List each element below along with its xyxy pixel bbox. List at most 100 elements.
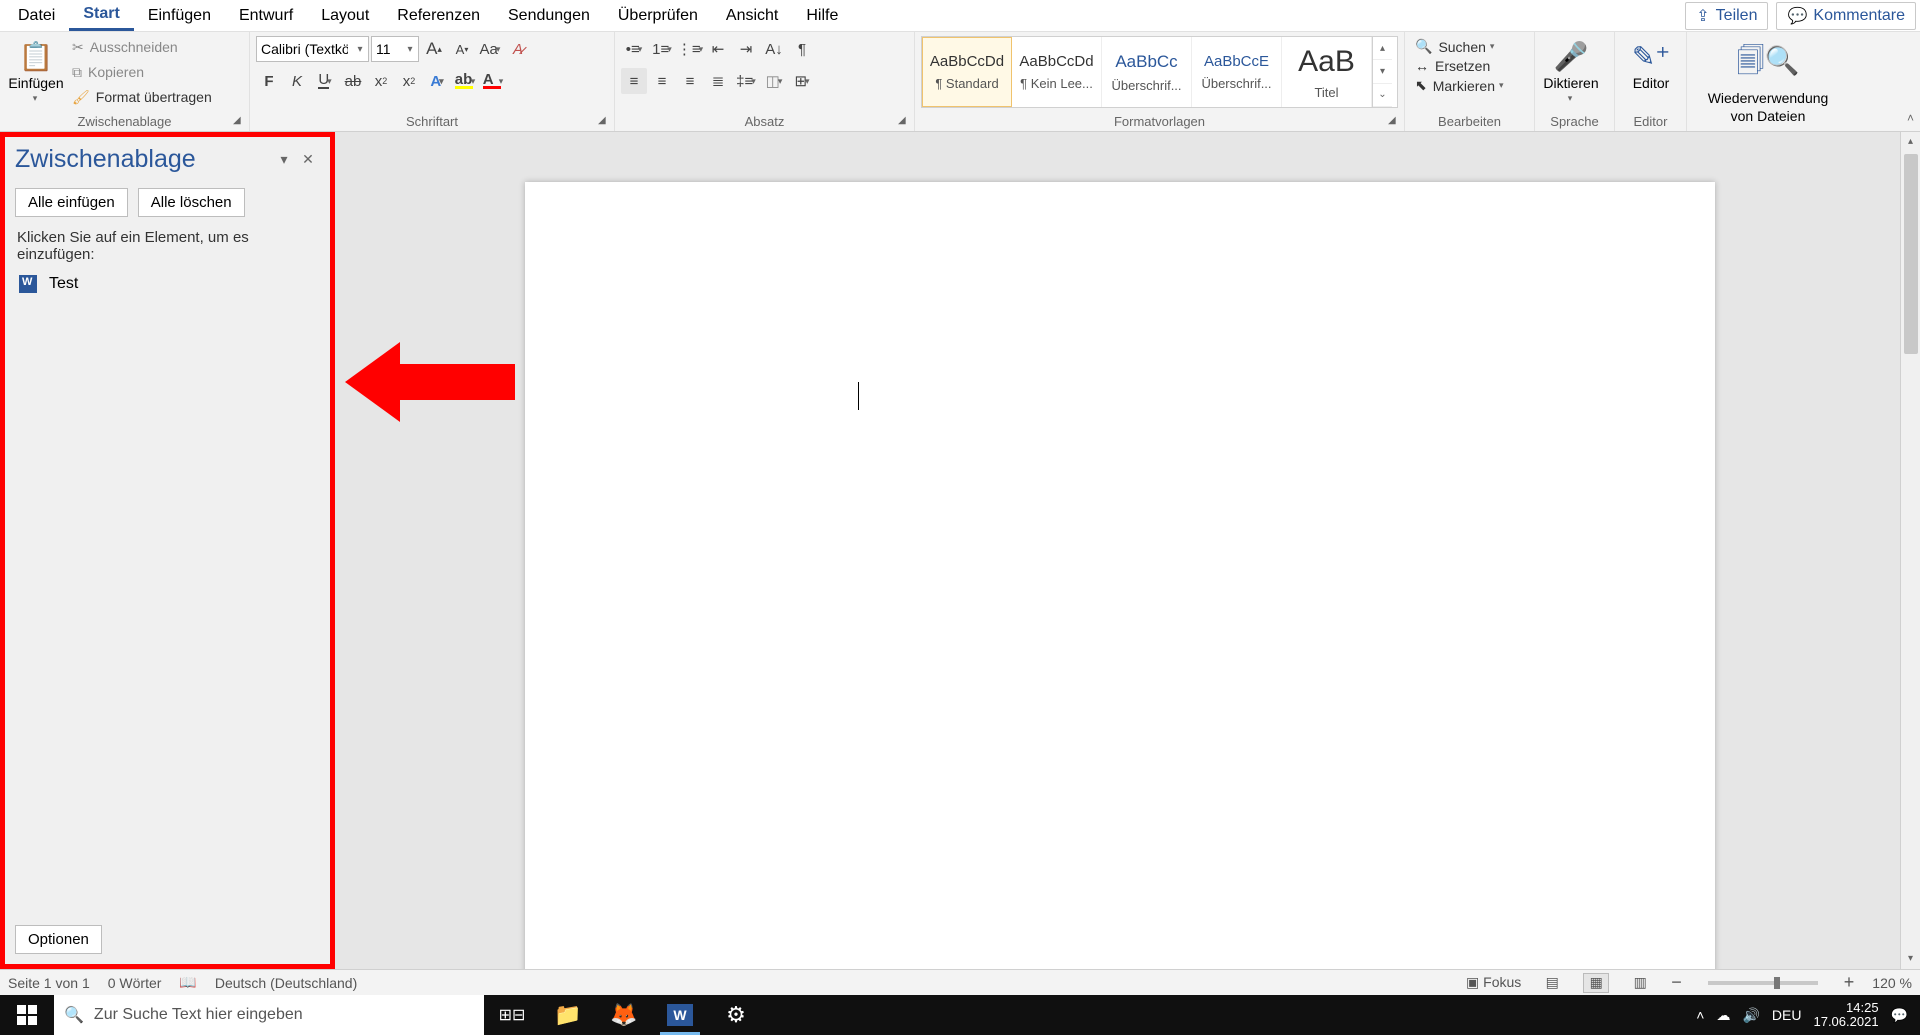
document-page[interactable] bbox=[525, 182, 1715, 969]
increase-indent-button[interactable]: ⇥ bbox=[733, 36, 759, 62]
decrease-indent-button[interactable]: ⇤ bbox=[705, 36, 731, 62]
tab-referenzen[interactable]: Referenzen bbox=[383, 2, 494, 30]
font-color-button[interactable]: A▾ bbox=[480, 68, 506, 94]
clipboard-options-button[interactable]: Optionen bbox=[15, 925, 102, 954]
align-right-button[interactable]: ≡ bbox=[677, 68, 703, 94]
vertical-scrollbar[interactable]: ▴ ▾ bbox=[1900, 132, 1920, 969]
view-print-button[interactable]: ▦ bbox=[1583, 973, 1609, 993]
italic-button[interactable]: K bbox=[284, 68, 310, 94]
shrink-font-button[interactable]: A▾ bbox=[449, 36, 475, 62]
line-spacing-button[interactable]: ‡≡▾ bbox=[733, 68, 759, 94]
taskbar-firefox[interactable]: 🦊 bbox=[596, 995, 652, 1035]
style-expand[interactable]: ⌄ bbox=[1373, 84, 1392, 107]
align-justify-button[interactable]: ≣ bbox=[705, 68, 731, 94]
editor-button[interactable]: ✎⁺ Editor bbox=[1621, 36, 1681, 95]
spellcheck-icon[interactable]: 📖 bbox=[179, 974, 196, 991]
styles-launcher[interactable]: ◢ bbox=[1388, 115, 1400, 127]
pane-menu-button[interactable]: ▾ bbox=[272, 151, 296, 168]
clipboard-item[interactable]: Test bbox=[5, 269, 330, 299]
tray-clock[interactable]: 14:25 17.06.2021 bbox=[1813, 1001, 1878, 1030]
font-size-combo[interactable]: ▾ bbox=[371, 36, 419, 62]
underline-button[interactable]: U▾ bbox=[312, 68, 338, 94]
view-read-button[interactable]: ▤ bbox=[1539, 973, 1565, 993]
show-marks-button[interactable]: ¶ bbox=[789, 36, 815, 62]
sort-button[interactable]: A↓ bbox=[761, 36, 787, 62]
chevron-down-icon[interactable]: ▾ bbox=[1568, 93, 1573, 104]
style-scroll-up[interactable]: ▴ bbox=[1373, 37, 1392, 60]
status-words[interactable]: 0 Wörter bbox=[108, 975, 162, 991]
font-size-input[interactable] bbox=[372, 41, 402, 57]
zoom-slider[interactable] bbox=[1708, 981, 1818, 985]
cut-button[interactable]: ✂ Ausschneiden bbox=[68, 36, 216, 59]
subscript-button[interactable]: x2 bbox=[368, 68, 394, 94]
grow-font-button[interactable]: A▴ bbox=[421, 36, 447, 62]
format-painter-button[interactable]: 🖌 Format übertragen bbox=[68, 86, 216, 109]
tab-ansicht[interactable]: Ansicht bbox=[712, 2, 792, 30]
replace-button[interactable]: ↔ Ersetzen bbox=[1415, 58, 1524, 74]
tab-datei[interactable]: Datei bbox=[4, 2, 69, 30]
font-name-input[interactable] bbox=[257, 41, 352, 57]
borders-button[interactable]: ⊞▾ bbox=[789, 68, 815, 94]
tray-language[interactable]: DEU bbox=[1772, 1007, 1802, 1023]
tray-volume-icon[interactable]: 🔊 bbox=[1742, 1007, 1759, 1024]
zoom-level[interactable]: 120 % bbox=[1872, 975, 1912, 991]
taskbar-search[interactable]: 🔍 Zur Suche Text hier eingeben bbox=[54, 995, 484, 1035]
clear-formatting-button[interactable]: A̷ bbox=[505, 36, 531, 62]
align-left-button[interactable]: ≡ bbox=[621, 68, 647, 94]
status-page[interactable]: Seite 1 von 1 bbox=[8, 975, 90, 991]
scroll-down-button[interactable]: ▾ bbox=[1901, 949, 1920, 969]
tab-hilfe[interactable]: Hilfe bbox=[792, 2, 852, 30]
scroll-thumb[interactable] bbox=[1904, 154, 1918, 354]
tab-ueberpruefen[interactable]: Überprüfen bbox=[604, 2, 712, 30]
share-button[interactable]: ⇪ Teilen bbox=[1685, 2, 1768, 30]
chevron-down-icon[interactable]: ▾ bbox=[402, 44, 418, 55]
style-kein-leerraum[interactable]: AaBbCcDd ¶ Kein Lee... bbox=[1012, 37, 1102, 107]
superscript-button[interactable]: x2 bbox=[396, 68, 422, 94]
chevron-down-icon[interactable]: ▾ bbox=[352, 44, 368, 55]
zoom-out-button[interactable]: − bbox=[1671, 972, 1682, 993]
change-case-button[interactable]: Aa▾ bbox=[477, 36, 503, 62]
tab-einfuegen[interactable]: Einfügen bbox=[134, 2, 225, 30]
comments-button[interactable]: 💬 Kommentare bbox=[1776, 2, 1916, 30]
taskbar-explorer[interactable]: 📁 bbox=[540, 995, 596, 1035]
tray-cloud-icon[interactable]: ☁ bbox=[1716, 1007, 1730, 1024]
dictate-button[interactable]: 🎤 Diktieren ▾ bbox=[1541, 36, 1601, 108]
pane-close-button[interactable]: ✕ bbox=[296, 151, 320, 168]
find-button[interactable]: 🔍 Suchen ▾ bbox=[1415, 38, 1524, 55]
scroll-up-button[interactable]: ▴ bbox=[1901, 132, 1920, 152]
bold-button[interactable]: F bbox=[256, 68, 282, 94]
tab-layout[interactable]: Layout bbox=[307, 2, 383, 30]
style-scroll-down[interactable]: ▾ bbox=[1373, 60, 1392, 83]
chevron-down-icon[interactable]: ▾ bbox=[1490, 41, 1495, 52]
highlight-button[interactable]: ab▾ bbox=[452, 68, 478, 94]
numbering-button[interactable]: 1≡▾ bbox=[649, 36, 675, 62]
style-ueberschrift1[interactable]: AaBbCc Überschrif... bbox=[1102, 37, 1192, 107]
chevron-down-icon[interactable]: ▾ bbox=[1499, 80, 1504, 91]
clipboard-launcher[interactable]: ◢ bbox=[233, 115, 245, 127]
align-center-button[interactable]: ≡ bbox=[649, 68, 675, 94]
zoom-knob[interactable] bbox=[1774, 977, 1780, 989]
tray-overflow-button[interactable]: ˄ bbox=[1696, 1007, 1704, 1023]
font-launcher[interactable]: ◢ bbox=[598, 115, 610, 127]
status-language[interactable]: Deutsch (Deutschland) bbox=[215, 975, 357, 991]
bullets-button[interactable]: •≡▾ bbox=[621, 36, 647, 62]
paragraph-launcher[interactable]: ◢ bbox=[898, 115, 910, 127]
start-button[interactable] bbox=[0, 995, 54, 1035]
tab-start[interactable]: Start bbox=[69, 0, 133, 31]
taskbar-word[interactable]: W bbox=[652, 995, 708, 1035]
style-titel[interactable]: AaB Titel bbox=[1282, 37, 1372, 107]
reuse-files-button[interactable]: 🗐🔍 Wiederverwendung von Dateien bbox=[1693, 36, 1843, 128]
view-web-button[interactable]: ▥ bbox=[1627, 973, 1653, 993]
paste-all-button[interactable]: Alle einfügen bbox=[15, 188, 128, 217]
task-view-button[interactable]: ⊞⊟ bbox=[484, 995, 540, 1035]
zoom-in-button[interactable]: + bbox=[1844, 972, 1855, 993]
style-ueberschrift2[interactable]: AaBbCcE Überschrif... bbox=[1192, 37, 1282, 107]
tab-entwurf[interactable]: Entwurf bbox=[225, 2, 307, 30]
multilevel-list-button[interactable]: ⋮≡▾ bbox=[677, 36, 703, 62]
paste-button[interactable]: 📋 Einfügen ▾ bbox=[6, 36, 66, 108]
clear-all-button[interactable]: Alle löschen bbox=[138, 188, 245, 217]
shading-button[interactable]: ◫▾ bbox=[761, 68, 787, 94]
strikethrough-button[interactable]: ab bbox=[340, 68, 366, 94]
select-button[interactable]: ⬉ Markieren ▾ bbox=[1415, 77, 1524, 94]
chevron-down-icon[interactable]: ▾ bbox=[33, 93, 38, 104]
